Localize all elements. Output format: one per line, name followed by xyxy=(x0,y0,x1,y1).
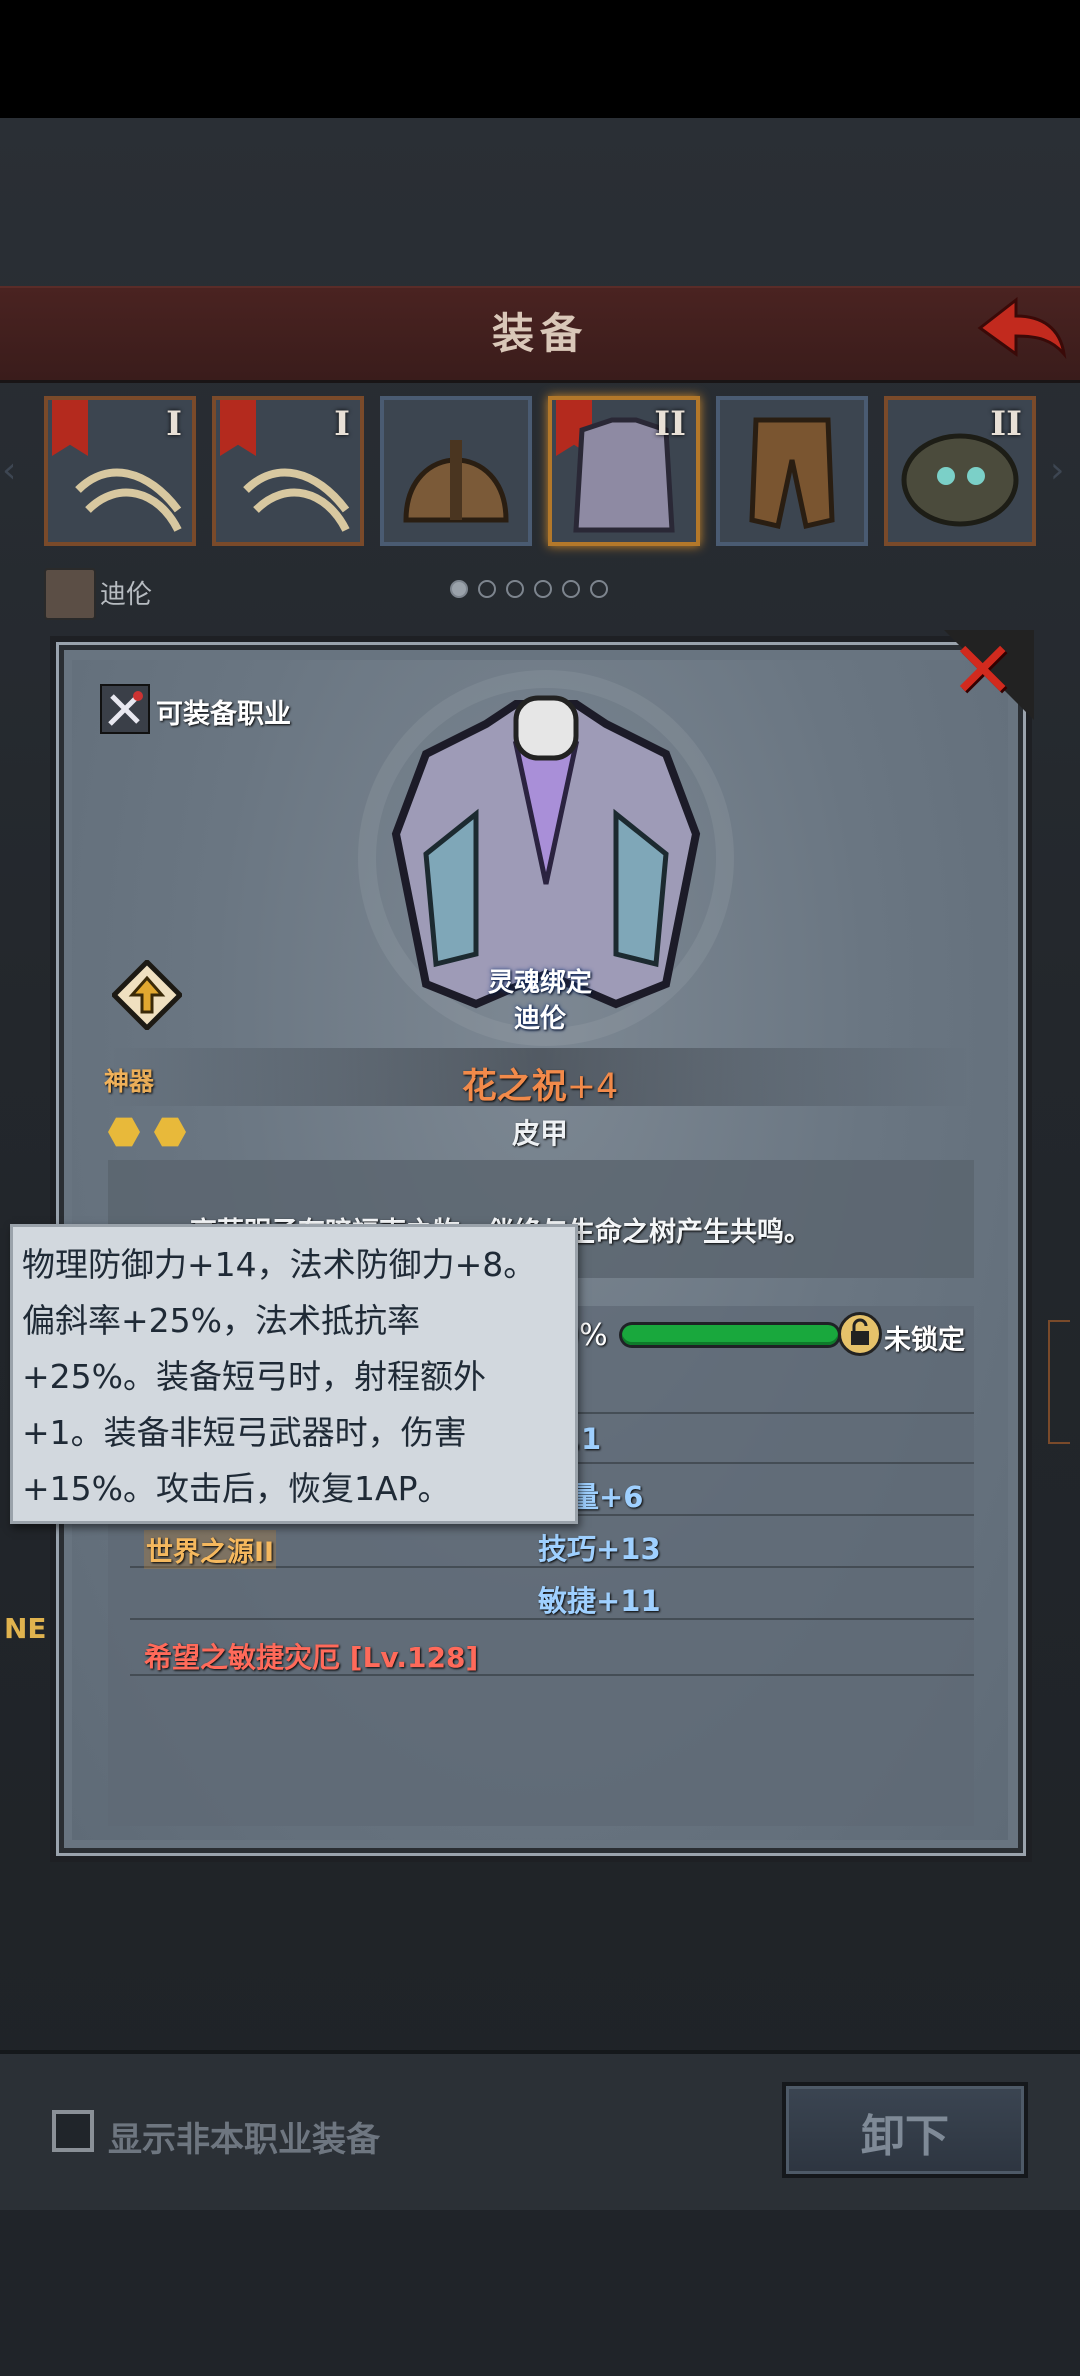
lock-icon[interactable] xyxy=(838,1312,882,1356)
character-name: 迪伦 xyxy=(100,580,153,610)
page-dot[interactable] xyxy=(450,580,468,598)
weapon-slot-2[interactable]: I xyxy=(212,396,364,546)
weapon-slot-1[interactable]: I xyxy=(44,396,196,546)
curse-label[interactable]: 希望之敏捷灾厄 [Lv.128] xyxy=(144,1636,478,1676)
edge-label: NE xyxy=(4,1612,47,1645)
tooltip-line: +25%。装备短弓时，射程额外 xyxy=(22,1357,486,1396)
helmet-slot[interactable] xyxy=(380,396,532,546)
equippable-class-label[interactable]: 可装备职业 xyxy=(156,692,291,731)
item-type: 皮甲 xyxy=(511,1117,568,1150)
page-dot[interactable] xyxy=(534,580,552,598)
close-icon[interactable]: ✕ xyxy=(950,626,1015,716)
avatar[interactable] xyxy=(44,568,96,620)
page-dot[interactable] xyxy=(478,580,496,598)
soulbound-label: 灵魂绑定 xyxy=(487,968,592,998)
status-bar xyxy=(0,0,1080,118)
upgrade-icon[interactable] xyxy=(112,960,182,1030)
page-dot[interactable] xyxy=(590,580,608,598)
show-all-class-checkbox[interactable] xyxy=(52,2110,94,2152)
progress-bar xyxy=(622,1325,838,1345)
tooltip-line: +15%。攻击后，恢复1AP。 xyxy=(22,1469,451,1508)
tooltip-line: 物理防御力+14，法术防御力+8。 xyxy=(22,1245,537,1284)
tooltip-line: +1。装备非短弓武器时，伤害 xyxy=(22,1413,467,1452)
accessory-slot[interactable]: II xyxy=(884,396,1036,546)
page-indicator xyxy=(450,580,608,602)
edge-frame xyxy=(1048,1320,1070,1444)
unequip-button-label[interactable]: 卸下 xyxy=(782,2100,1028,2164)
legs-slot[interactable] xyxy=(716,396,868,546)
leg-armor-icon xyxy=(749,417,835,530)
set-name[interactable]: 世界之源II xyxy=(144,1530,277,1569)
stat-dexterity-skill: 技巧+13 xyxy=(538,1532,661,1566)
back-arrow-icon[interactable] xyxy=(972,294,1068,366)
bottom-background xyxy=(0,2210,1080,2376)
tooltip-line: 偏斜率+25%，法术抵抗率 xyxy=(22,1301,420,1340)
page-dot[interactable] xyxy=(562,580,580,598)
item-name: 花之祝+4 xyxy=(461,1067,619,1107)
scroll-left-icon[interactable]: ‹ xyxy=(2,450,24,491)
armor-slot[interactable]: II xyxy=(548,396,700,546)
helmet-icon xyxy=(403,440,509,523)
checkbox-label[interactable]: 显示非本职业装备 xyxy=(108,2112,380,2161)
stat-agility: 敏捷+11 xyxy=(538,1584,661,1618)
stat-value: 量+6 xyxy=(570,1480,644,1514)
page-dot[interactable] xyxy=(506,580,524,598)
scroll-right-icon[interactable]: › xyxy=(1050,450,1072,491)
page-title: 装备 xyxy=(491,309,588,358)
class-icon[interactable] xyxy=(100,684,150,734)
lock-status[interactable]: 未锁定 xyxy=(884,1318,965,1357)
soulbound-owner: 迪伦 xyxy=(513,1004,566,1034)
